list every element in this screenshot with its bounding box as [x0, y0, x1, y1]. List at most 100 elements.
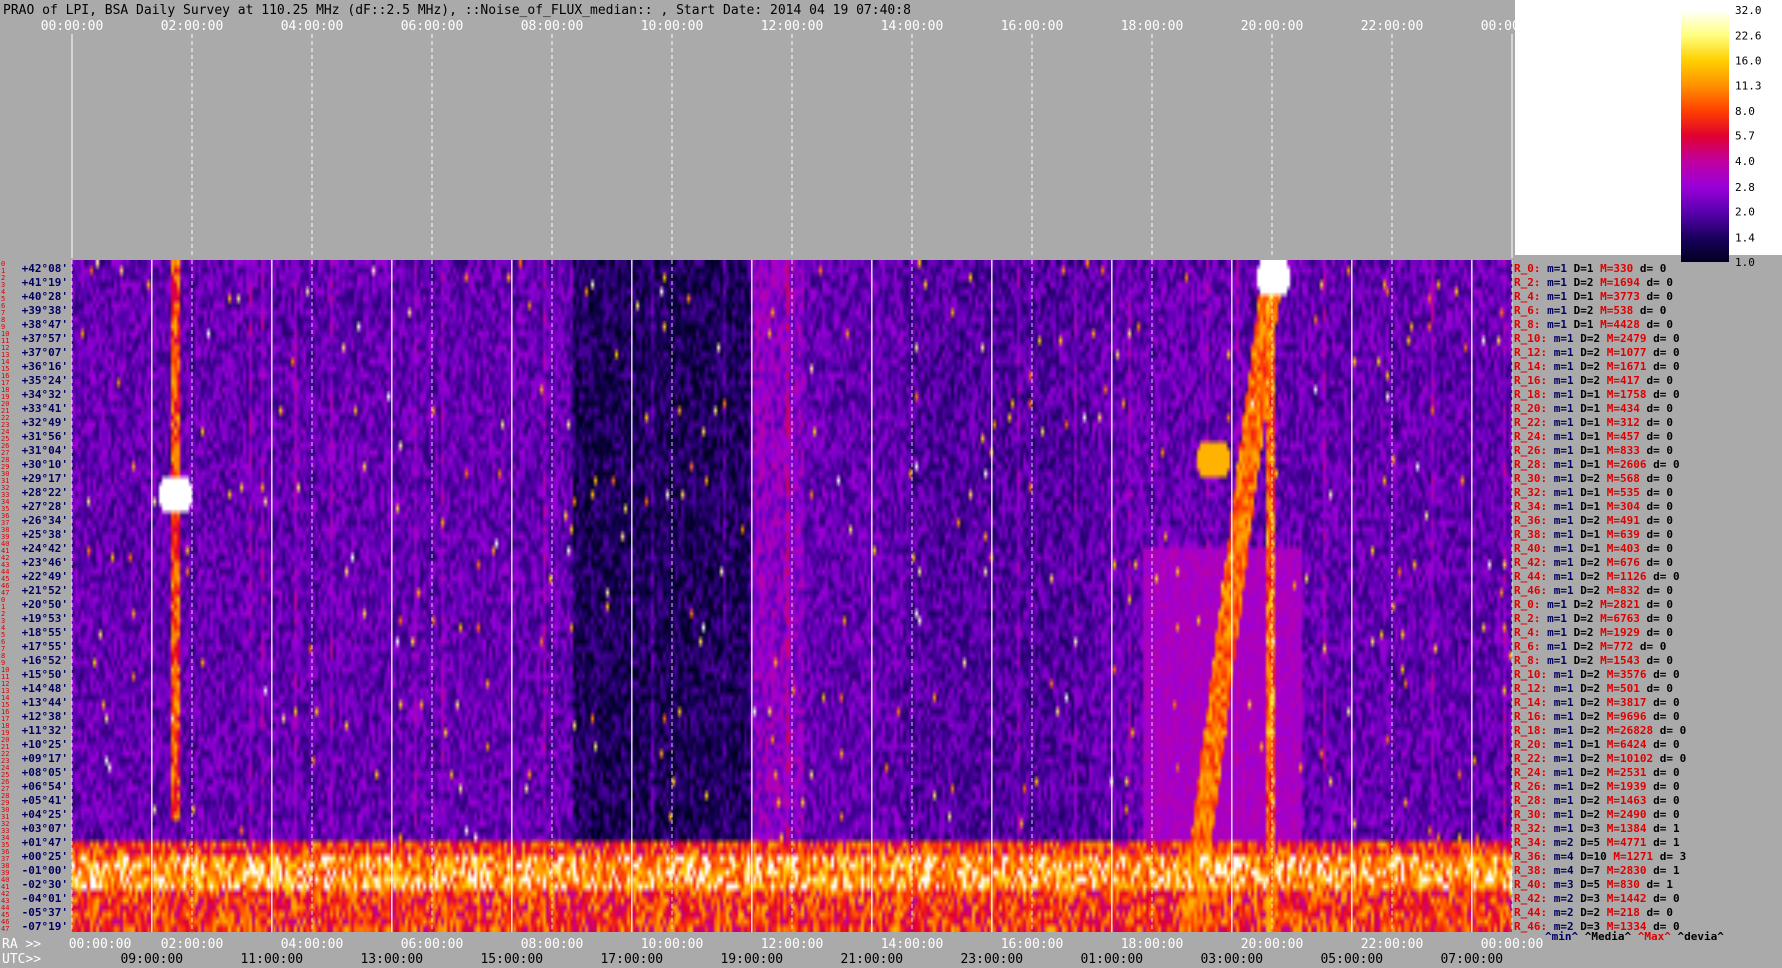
stat-field: D=1 — [1567, 290, 1594, 303]
stat-field: m=1 — [1547, 346, 1574, 359]
stat-row: R_38: m=4 D=7 M=2830 d= 1 — [1514, 864, 1680, 877]
stat-field: D=1 — [1574, 402, 1601, 415]
utc-tick-label: 19:00:00 — [720, 952, 783, 967]
stat-row: R_20: m=1 D=1 M=6424 d= 0 — [1514, 738, 1680, 751]
stat-row: R_40: m=3 D=5 M=830 d= 1 — [1514, 878, 1673, 891]
stat-field: M=1442 — [1600, 892, 1646, 905]
stat-row: R_42: m=2 D=3 M=1442 d= 0 — [1514, 892, 1680, 905]
stat-field: R_18: — [1514, 388, 1547, 401]
stat-field: d= 0 — [1640, 654, 1673, 667]
stat-field: d= 0 — [1640, 906, 1673, 919]
stat-field: D=2 — [1567, 598, 1594, 611]
stat-field: d= 0 — [1646, 738, 1679, 751]
declination-label: +10°25' — [22, 738, 68, 751]
stat-field: m=1 — [1541, 612, 1568, 625]
stat-field: m=1 — [1547, 822, 1574, 835]
stat-field: R_28: — [1514, 794, 1547, 807]
stat-field: d= 0 — [1646, 696, 1679, 709]
stat-field: M=417 — [1600, 374, 1640, 387]
stat-field: D=1 — [1574, 528, 1601, 541]
stat-field: M=832 — [1600, 584, 1640, 597]
stat-field: d= 0 — [1646, 794, 1679, 807]
declination-label: +35°24' — [22, 374, 68, 387]
stat-row: R_16: m=1 D=2 M=9696 d= 0 — [1514, 710, 1680, 723]
stat-field: R_38: — [1514, 528, 1547, 541]
declination-label: -05°37' — [22, 906, 68, 919]
declination-label: +15°50' — [22, 668, 68, 681]
stat-field: m=1 — [1541, 654, 1568, 667]
stats-footer-field: ^devia^ — [1671, 930, 1724, 943]
stat-field: R_14: — [1514, 696, 1547, 709]
stat-field: d= 1 — [1646, 864, 1679, 877]
stat-row: R_22: m=1 D=1 M=312 d= 0 — [1514, 416, 1673, 429]
stat-field: M=330 — [1594, 262, 1634, 275]
stat-field: M=6763 — [1594, 612, 1640, 625]
declination-label: +25°38' — [22, 528, 68, 541]
ra-tick-label: 00:00:00 — [69, 937, 132, 952]
stat-field: d= 0 — [1640, 290, 1673, 303]
declination-label: +13°44' — [22, 696, 68, 709]
stat-field: R_18: — [1514, 724, 1547, 737]
row-stats: R_0: m=1 D=1 M=330 d= 0R_2: m=1 D=2 M=16… — [1514, 262, 1686, 933]
stat-field: M=639 — [1600, 528, 1640, 541]
stat-field: M=434 — [1600, 402, 1640, 415]
colorbar-tick-label: 4.0 — [1735, 155, 1755, 168]
stat-field: D=1 — [1574, 430, 1601, 443]
stat-row: R_42: m=1 D=2 M=676 d= 0 — [1514, 556, 1673, 569]
declination-label: +39°38' — [22, 304, 68, 317]
stat-field: M=538 — [1594, 304, 1634, 317]
stat-field: M=4771 — [1600, 836, 1647, 849]
stat-field: d= 0 — [1646, 332, 1679, 345]
declination-label: -01°00' — [22, 864, 68, 877]
stat-field: M=3773 — [1594, 290, 1640, 303]
stat-field: R_16: — [1514, 710, 1547, 723]
stat-field: M=1463 — [1600, 794, 1646, 807]
stat-field: m=1 — [1547, 682, 1574, 695]
utc-tick-label: 09:00:00 — [120, 952, 183, 967]
stat-field: R_2: — [1514, 276, 1541, 289]
stat-field: D=2 — [1574, 752, 1601, 765]
utc-tick-label: 15:00:00 — [480, 952, 543, 967]
stat-field: m=1 — [1547, 570, 1574, 583]
stat-field: d= 0 — [1646, 570, 1679, 583]
ra-tick-label: 12:00:00 — [761, 937, 824, 952]
stat-field: m=1 — [1547, 724, 1574, 737]
stat-field: m=1 — [1547, 528, 1574, 541]
stat-field: M=1077 — [1600, 346, 1646, 359]
stat-row: R_0: m=1 D=2 M=2821 d= 0 — [1514, 598, 1673, 611]
stat-field: m=1 — [1547, 584, 1574, 597]
stat-field: D=1 — [1567, 262, 1594, 275]
colorbar-tick-label: 16.0 — [1735, 54, 1762, 67]
stat-row: R_32: m=1 D=1 M=535 d= 0 — [1514, 486, 1673, 499]
stat-field: m=1 — [1541, 626, 1568, 639]
stat-field: M=10102 — [1600, 752, 1653, 765]
stat-field: M=1543 — [1594, 654, 1640, 667]
stat-field: D=2 — [1567, 654, 1594, 667]
stat-field: d= 0 — [1646, 808, 1679, 821]
utc-tick-label: 21:00:00 — [840, 952, 903, 967]
stat-row: R_24: m=1 D=2 M=2531 d= 0 — [1514, 766, 1680, 779]
chart-title: PRAO of LPI, BSA Daily Survey at 110.25 … — [3, 3, 911, 18]
colorbar-tick-label: 32.0 — [1735, 4, 1762, 17]
stat-field: m=1 — [1547, 514, 1574, 527]
stat-field: m=1 — [1547, 668, 1574, 681]
stat-field: M=304 — [1600, 500, 1640, 513]
stat-field: d= 0 — [1640, 682, 1673, 695]
stat-field: m=1 — [1541, 262, 1568, 275]
stat-field: M=3817 — [1600, 696, 1646, 709]
stat-field: M=568 — [1600, 472, 1640, 485]
top-tick-label: 10:00:00 — [641, 19, 704, 34]
stat-row: R_8: m=1 D=1 M=4428 d= 0 — [1514, 318, 1673, 331]
ra-axis-prefix: RA >> — [2, 937, 41, 952]
stat-field: R_32: — [1514, 486, 1547, 499]
stat-field: R_12: — [1514, 682, 1547, 695]
stat-field: m=1 — [1541, 640, 1568, 653]
declination-label: +17°55' — [22, 640, 68, 653]
stat-field: R_24: — [1514, 430, 1547, 443]
stat-field: d= 0 — [1640, 500, 1673, 513]
stat-field: R_24: — [1514, 766, 1547, 779]
stat-field: R_28: — [1514, 458, 1547, 471]
stat-field: R_16: — [1514, 374, 1547, 387]
stat-row: R_40: m=1 D=1 M=403 d= 0 — [1514, 542, 1673, 555]
stat-field: R_38: — [1514, 864, 1547, 877]
